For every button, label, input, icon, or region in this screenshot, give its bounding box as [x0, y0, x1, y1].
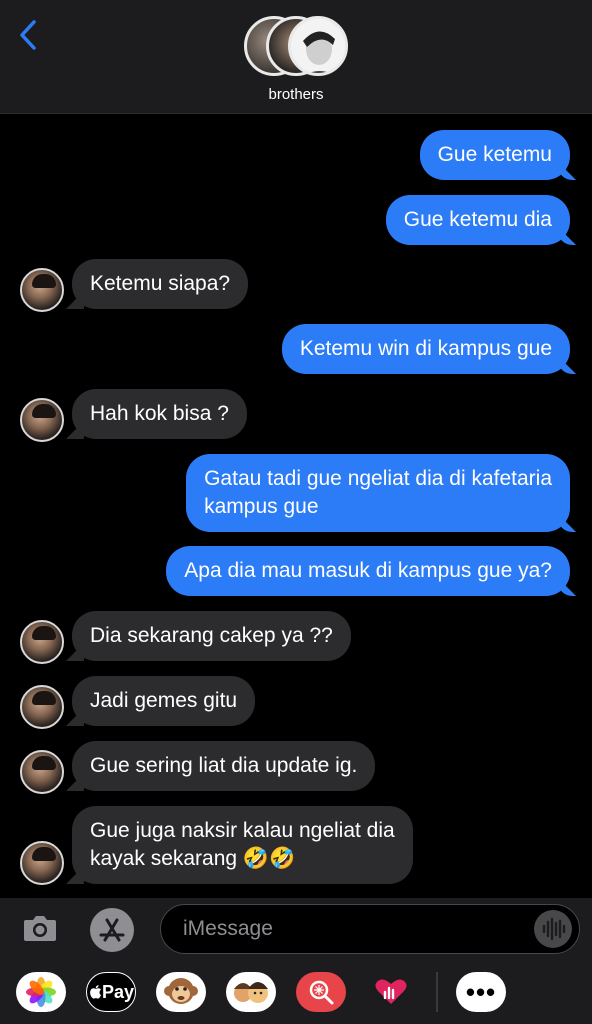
apple-logo-icon — [90, 985, 101, 999]
monkey-animoji-icon — [164, 978, 198, 1004]
message-text: Jadi gemes gitu — [90, 689, 238, 712]
received-message-bubble[interactable]: Gue sering liat dia update ig. — [72, 741, 376, 791]
memoji-app-button[interactable] — [226, 972, 276, 1012]
sent-message-bubble[interactable]: Gatau tadi gue ngeliat dia di kafetaria … — [186, 454, 570, 532]
images-search-icon — [309, 980, 334, 1005]
drawer-divider — [436, 972, 438, 1012]
message-text: Apa dia mau masuk di kampus gue ya? — [184, 559, 552, 582]
contact-avatar[interactable] — [20, 841, 64, 885]
received-message-bubble[interactable]: Ketemu siapa? — [72, 259, 249, 309]
received-message-bubble[interactable]: Gue juga naksir kalau ngeliat dia kayak … — [72, 806, 413, 884]
waveform-icon — [542, 917, 566, 941]
message-text: Gue ketemu dia — [403, 208, 552, 231]
audio-message-button[interactable] — [534, 910, 572, 948]
contact-avatar[interactable] — [20, 750, 64, 794]
message-text: Hah kok bisa ? — [90, 402, 229, 425]
sent-message-bubble[interactable]: Gue ketemu — [419, 130, 570, 180]
chevron-left-icon — [20, 20, 36, 50]
sent-message-bubble[interactable]: Apa dia mau masuk di kampus gue ya? — [166, 546, 570, 596]
sent-message-bubble[interactable]: Gue ketemu dia — [385, 195, 570, 245]
contact-avatar[interactable] — [20, 620, 64, 664]
message-input[interactable]: iMessage — [160, 904, 580, 954]
avatar — [288, 16, 348, 76]
contact-avatar[interactable] — [20, 268, 64, 312]
received-message-bubble[interactable]: Dia sekarang cakep ya ?? — [72, 611, 351, 661]
more-icon: ••• — [465, 977, 497, 1007]
message-text: Ketemu win di kampus gue — [299, 337, 552, 360]
group-avatars[interactable] — [244, 16, 350, 78]
more-apps-button[interactable]: ••• — [456, 972, 506, 1012]
message-text-line: kayak sekarang 🤣🤣 — [90, 847, 296, 870]
message-text: Gue sering liat dia update ig. — [90, 754, 358, 777]
digital-touch-icon — [375, 979, 407, 1004]
message-text: Gue ketemu — [437, 143, 552, 166]
photos-app-button[interactable] — [16, 972, 66, 1012]
digital-touch-app-button[interactable] — [366, 972, 416, 1012]
received-message-bubble[interactable]: Jadi gemes gitu — [72, 676, 256, 726]
contact-avatar[interactable] — [20, 398, 64, 442]
received-message-bubble[interactable]: Hah kok bisa ? — [72, 389, 247, 439]
photos-icon — [26, 977, 56, 1007]
apple-pay-button[interactable]: Pay — [86, 972, 136, 1012]
animoji-app-button[interactable] — [156, 972, 206, 1012]
app-store-icon — [99, 918, 125, 942]
message-text-line: Gatau tadi gue ngeliat dia di kafetaria — [204, 467, 552, 490]
contact-avatar[interactable] — [20, 685, 64, 729]
message-text: Ketemu siapa? — [90, 272, 231, 295]
camera-button[interactable] — [22, 912, 58, 944]
group-name[interactable]: brothers — [0, 86, 592, 103]
images-search-app-button[interactable] — [296, 972, 346, 1012]
message-text-line: kampus gue — [204, 495, 319, 518]
compose-bar: iMessage — [0, 898, 592, 962]
message-text: Dia sekarang cakep ya ?? — [90, 624, 333, 647]
conversation-header: brothers — [0, 0, 592, 114]
camera-icon — [24, 916, 56, 941]
app-drawer: Pay ••• — [0, 962, 592, 1024]
back-button[interactable] — [14, 18, 44, 54]
memoji-icon — [234, 982, 268, 1003]
message-list: Gue ketemu Gue ketemu dia Ketemu siapa? … — [0, 114, 592, 898]
message-text-line: Gue juga naksir kalau ngeliat dia — [90, 819, 395, 842]
sent-message-bubble[interactable]: Ketemu win di kampus gue — [281, 324, 570, 374]
apple-pay-label: Pay — [101, 981, 135, 1002]
app-store-button[interactable] — [90, 908, 134, 952]
